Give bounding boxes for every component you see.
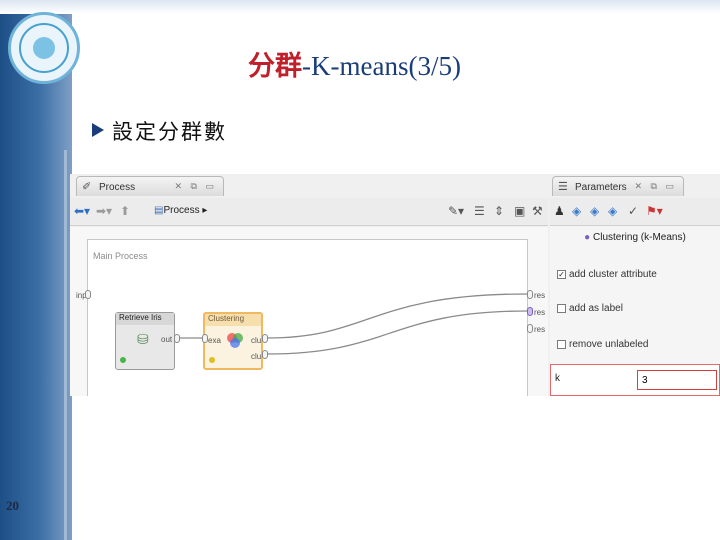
band-divider-line <box>64 150 67 540</box>
breakpoint-icon[interactable]: ⚑▾ <box>646 204 663 218</box>
university-logo <box>8 12 80 84</box>
logo-core <box>33 37 55 59</box>
parameters-panel: ● Clustering (k-Means) ✓ add cluster att… <box>550 226 720 396</box>
checkbox-add-cluster-attribute[interactable]: ✓ <box>557 270 566 279</box>
tab-parameters-label: Parameters <box>575 182 627 193</box>
label-add-as-label: add as label <box>569 303 623 314</box>
rapidminer-screenshot: ✐ Process ✕ ⧉ ▭ ☰ Parameters ✕ ⧉ ▭ ⬅▾ ➡▾… <box>70 174 720 396</box>
label-add-cluster-attribute: add cluster attribute <box>569 269 657 280</box>
param-operator-header: ● Clustering (k-Means) <box>550 226 720 250</box>
connection-lines <box>180 293 528 355</box>
slide-title: 分群-K-means(3/5) <box>248 44 461 83</box>
tab-parameters[interactable]: ☰ Parameters ✕ ⧉ ▭ <box>552 176 684 196</box>
parameters-toolbar: ♟ ◈ ◈ ◈ ✓ ⚑▾ <box>550 198 720 226</box>
connection-cluster-to-res1 <box>267 293 528 339</box>
title-english: -K-means(3/5) <box>302 51 461 81</box>
tab-parameters-window-controls[interactable]: ✕ ⧉ ▭ <box>635 181 677 192</box>
checkbox-remove-unlabeled[interactable] <box>557 340 566 349</box>
connection-cluster-to-res2 <box>267 310 528 355</box>
page-number: 20 <box>6 498 19 513</box>
param-operator-name: Clustering (k-Means) <box>593 232 686 243</box>
k-parameter-row: k <box>550 364 720 396</box>
k-input[interactable] <box>637 370 717 390</box>
parameter-icon-2[interactable]: ◈ <box>590 204 599 218</box>
label-remove-unlabeled: remove unlabeled <box>569 339 649 350</box>
parameter-icon-1[interactable]: ◈ <box>572 204 581 218</box>
expert-mode-icon[interactable]: ♟ <box>554 204 565 218</box>
check-icon[interactable]: ✓ <box>628 204 638 218</box>
checkbox-add-as-label[interactable] <box>557 304 566 313</box>
bullet-triangle-icon <box>92 123 104 137</box>
parameter-icon-3[interactable]: ◈ <box>608 204 617 218</box>
parameters-icon: ☰ <box>558 181 568 193</box>
bullet-text: 設定分群數 <box>112 120 227 144</box>
top-decorative-band <box>0 0 720 14</box>
operator-venn-icon: ● <box>584 232 591 243</box>
k-label: k <box>555 373 560 384</box>
title-chinese: 分群 <box>248 51 302 82</box>
bullet-item: 設定分群數 <box>92 116 227 146</box>
